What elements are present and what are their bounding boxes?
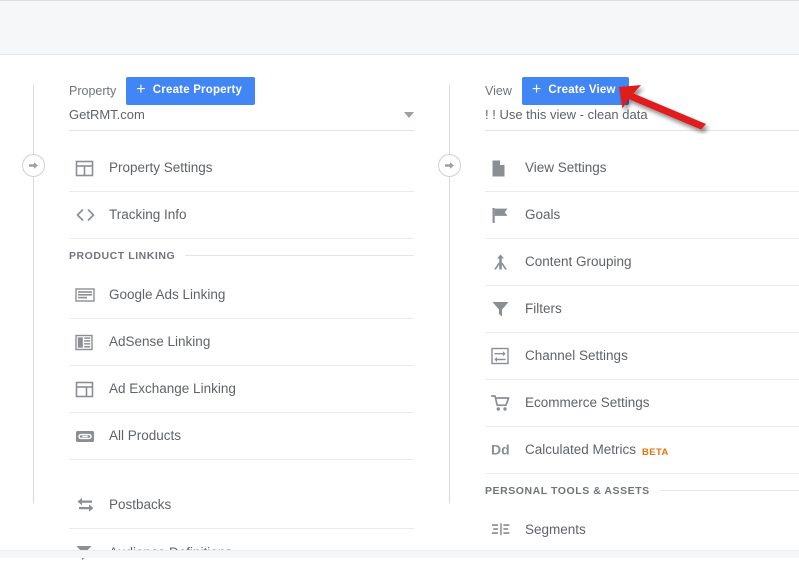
- property-column-header: Property + Create Property: [69, 77, 256, 105]
- svg-text:Dd: Dd: [491, 442, 510, 458]
- adsense-icon: [69, 334, 109, 351]
- nav-item-label: Property Settings: [109, 160, 213, 176]
- channel-settings-icon: [485, 347, 525, 365]
- all-products-link-icon: [69, 429, 109, 444]
- nav-item-label: Segments: [525, 522, 586, 538]
- nav-item-channel-settings[interactable]: Channel Settings: [485, 333, 799, 380]
- section-divider: [185, 255, 414, 256]
- nav-item-label: Ecommerce Settings: [525, 396, 650, 410]
- nav-item-google-ads-linking[interactable]: Google Ads Linking: [69, 272, 414, 319]
- property-selector-value: GetRMT.com: [69, 107, 145, 122]
- code-brackets-icon: [69, 207, 109, 223]
- nav-item-view-settings[interactable]: View Settings: [485, 145, 799, 192]
- nav-item-content-grouping[interactable]: Content Grouping: [485, 239, 799, 286]
- nav-item-label: Goals: [525, 207, 561, 223]
- section-header-product-linking: PRODUCT LINKING: [69, 239, 414, 272]
- nav-item-calculated-metrics[interactable]: Dd Calculated Metrics BETA: [485, 427, 799, 474]
- content-grouping-icon: [485, 253, 525, 272]
- funnel-icon: [485, 300, 525, 318]
- nav-item-property-settings[interactable]: Property Settings: [69, 145, 414, 192]
- section-header-label: PERSONAL TOOLS & ASSETS: [485, 484, 650, 497]
- view-column-header: View + Create View: [485, 77, 629, 105]
- document-icon: [485, 159, 525, 178]
- view-column: View + Create View ! ! Use this view - c…: [449, 55, 799, 558]
- postbacks-icon: [69, 496, 109, 514]
- nav-item-adsense-linking[interactable]: AdSense Linking: [69, 319, 414, 366]
- top-chrome-bar: [0, 0, 799, 55]
- property-column: Property + Create Property GetRMT.com Pr…: [33, 55, 433, 560]
- nav-item-label: AdSense Linking: [109, 334, 211, 350]
- nav-item-ecommerce-settings[interactable]: Ecommerce Settings: [485, 380, 799, 427]
- segments-icon: [485, 522, 525, 539]
- create-view-button[interactable]: + Create View: [521, 77, 629, 105]
- nav-item-label: All Products: [109, 428, 182, 444]
- plus-icon: +: [531, 81, 542, 98]
- nav-group-gap: [69, 460, 414, 482]
- plus-icon: +: [136, 81, 146, 98]
- bottom-strip: [0, 550, 799, 558]
- nav-item-ad-exchange-linking[interactable]: Ad Exchange Linking: [69, 366, 414, 413]
- create-view-button-label: Create View: [548, 84, 616, 97]
- nav-item-tracking-info[interactable]: Tracking Info: [69, 192, 414, 239]
- google-ads-icon: [69, 287, 109, 303]
- view-column-label: View: [485, 83, 512, 98]
- view-selector-value: ! ! Use this view - clean data: [485, 107, 648, 122]
- section-header-label: PRODUCT LINKING: [69, 249, 176, 262]
- nav-item-label: Google Ads Linking: [109, 287, 226, 303]
- view-selector-dropdown[interactable]: ! ! Use this view - clean data: [485, 108, 799, 131]
- ad-exchange-icon: [69, 380, 109, 399]
- property-column-label: Property: [69, 83, 117, 98]
- view-nav-list: View Settings Goals Content Grouping Fil…: [485, 145, 799, 554]
- nav-item-label: View Settings: [525, 160, 607, 176]
- nav-item-filters[interactable]: Filters: [485, 286, 799, 333]
- nav-item-label: Ad Exchange Linking: [109, 381, 236, 397]
- property-nav-list: Property Settings Tracking Info PRODUCT …: [69, 145, 414, 576]
- nav-item-text: Ecommerce Settings: [525, 395, 650, 411]
- chevron-down-icon: [404, 111, 414, 118]
- nav-item-postbacks[interactable]: Postbacks: [69, 482, 414, 529]
- nav-item-label: Filters: [525, 301, 562, 317]
- dd-metrics-icon: Dd: [485, 442, 525, 458]
- section-divider: [659, 490, 799, 491]
- flag-icon: [485, 206, 525, 225]
- beta-badge: BETA: [642, 447, 669, 459]
- nav-item-label: Postbacks: [109, 497, 172, 513]
- create-property-button-label: Create Property: [152, 84, 243, 97]
- nav-item-text: Calculated Metrics: [525, 442, 637, 458]
- property-selector-dropdown[interactable]: GetRMT.com: [69, 108, 414, 131]
- nav-item-label: Channel Settings: [525, 348, 628, 364]
- create-property-button[interactable]: + Create Property: [126, 77, 256, 105]
- section-header-personal-tools: PERSONAL TOOLS & ASSETS: [485, 474, 799, 507]
- shopping-cart-icon: [485, 394, 525, 412]
- nav-item-label: Calculated Metrics BETA: [525, 442, 669, 459]
- nav-item-goals[interactable]: Goals: [485, 192, 799, 239]
- nav-item-all-products[interactable]: All Products: [69, 413, 414, 460]
- nav-item-label: Content Grouping: [525, 254, 632, 270]
- top-hairline: [0, 0, 799, 1]
- property-settings-icon: [69, 159, 109, 178]
- nav-item-label: Tracking Info: [109, 207, 187, 223]
- nav-item-segments[interactable]: Segments: [485, 507, 799, 554]
